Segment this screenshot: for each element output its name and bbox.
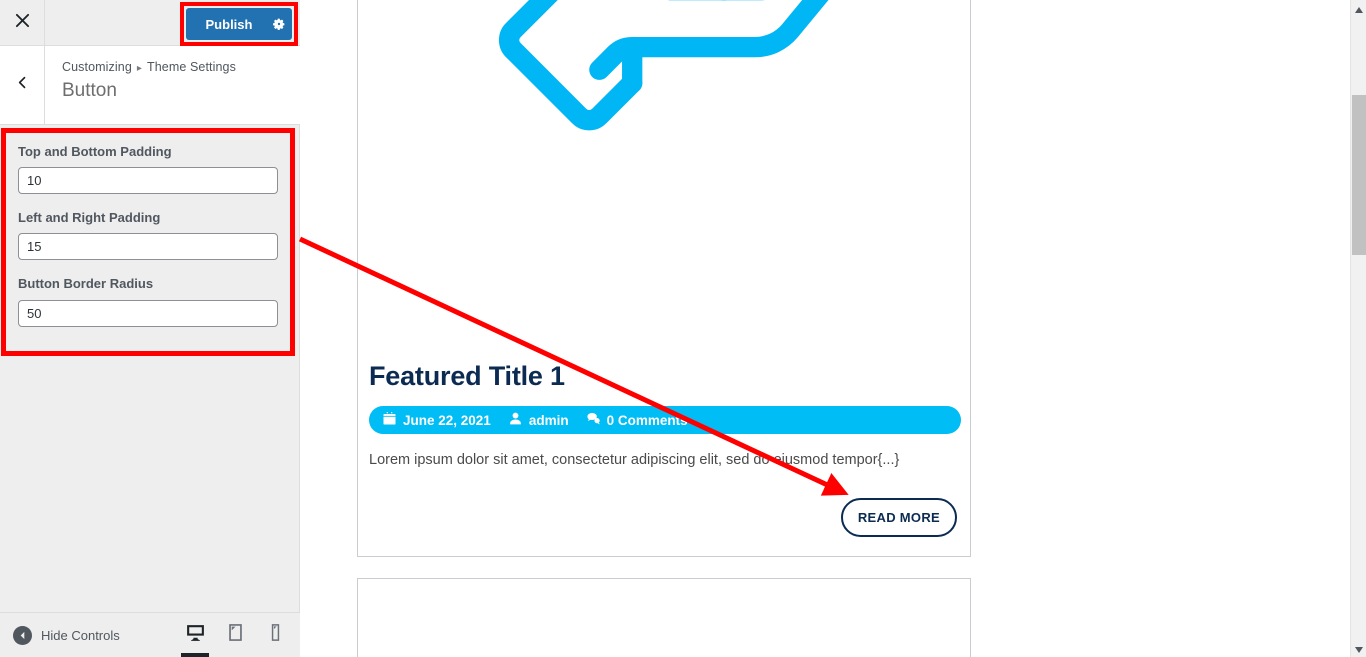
button-border-radius-input[interactable] xyxy=(18,299,278,327)
page-title: Button xyxy=(62,80,117,101)
gear-icon[interactable] xyxy=(266,17,292,31)
caret-up-icon xyxy=(1355,0,1363,18)
caret-down-icon xyxy=(1355,640,1363,657)
top-bottom-padding-input[interactable] xyxy=(18,167,278,195)
scrollbar-up-button[interactable] xyxy=(1351,0,1366,17)
left-right-padding-label: Left and Right Padding xyxy=(18,210,161,226)
screen: Publish Customizing ▸ Theme Settings But… xyxy=(0,0,1366,657)
post-title[interactable]: Featured Title 1 xyxy=(369,361,961,392)
top-bottom-padding-label: Top and Bottom Padding xyxy=(18,144,172,159)
calendar-icon xyxy=(383,412,396,428)
device-tablet-button[interactable] xyxy=(215,613,255,657)
publish-highlight-box: Publish xyxy=(180,2,298,46)
collapse-arrow-icon xyxy=(13,625,32,645)
post-comments: 0 Comments xyxy=(586,412,688,428)
back-button[interactable] xyxy=(0,46,45,124)
customizer-footer: Hide Controls xyxy=(0,612,300,657)
close-customizer-button[interactable] xyxy=(0,0,45,45)
scrollbar-down-button[interactable] xyxy=(1351,640,1366,657)
post-featured-image xyxy=(358,0,972,301)
device-preview-buttons xyxy=(175,612,295,657)
chevron-left-icon xyxy=(16,76,29,94)
site-preview-pane[interactable]: Featured Title 1 June 22, 2021 admin 0 C… xyxy=(301,0,1350,657)
breadcrumb-root[interactable]: Customizing xyxy=(62,60,132,74)
device-desktop-button[interactable] xyxy=(175,613,215,657)
customizer-topbar: Publish xyxy=(0,0,300,46)
customizer-sidebar: Publish Customizing ▸ Theme Settings But… xyxy=(0,0,300,657)
hide-controls-button[interactable]: Hide Controls xyxy=(13,625,120,645)
publish-button[interactable]: Publish xyxy=(186,8,292,40)
post-author-text: admin xyxy=(528,412,569,428)
customizer-header-text: Customizing ▸ Theme Settings Button xyxy=(62,60,236,104)
post-excerpt: Lorem ipsum dolor sit amet, consectetur … xyxy=(369,452,900,469)
breadcrumb: Customizing ▸ Theme Settings xyxy=(62,60,236,74)
read-more-button[interactable]: READ MORE xyxy=(840,497,957,537)
settings-highlight-box: Top and Bottom Padding Left and Right Pa… xyxy=(1,128,295,356)
post-date: June 22, 2021 xyxy=(383,412,491,428)
post-card: Featured Title 1 June 22, 2021 admin 0 C… xyxy=(357,0,971,557)
close-icon xyxy=(15,13,30,33)
customizer-section-header: Customizing ▸ Theme Settings Button xyxy=(0,46,300,125)
scrollbar-thumb[interactable] xyxy=(1352,95,1366,255)
breadcrumb-section[interactable]: Theme Settings xyxy=(147,60,236,74)
helping-hand-icon xyxy=(465,0,865,224)
post-card xyxy=(357,578,971,657)
comments-icon xyxy=(586,412,600,428)
page-scrollbar[interactable] xyxy=(1350,0,1366,657)
read-more-row: READ MORE xyxy=(369,497,961,537)
button-settings-fields: Top and Bottom Padding Left and Right Pa… xyxy=(6,133,290,327)
breadcrumb-separator-icon: ▸ xyxy=(136,63,142,74)
hide-controls-label: Hide Controls xyxy=(41,627,120,643)
post-comments-text: 0 Comments xyxy=(606,412,688,428)
publish-button-label: Publish xyxy=(205,16,253,32)
field-button-border-radius: Button Border Radius xyxy=(18,275,278,327)
post-date-text: June 22, 2021 xyxy=(403,412,491,428)
desktop-icon xyxy=(185,622,206,648)
button-border-radius-label: Button Border Radius xyxy=(18,276,154,292)
mobile-icon xyxy=(265,622,286,648)
post-card-body: Featured Title 1 June 22, 2021 admin 0 C… xyxy=(358,361,972,537)
user-icon xyxy=(509,412,522,428)
post-author: admin xyxy=(509,412,569,428)
post-meta-bar: June 22, 2021 admin 0 Comments xyxy=(369,406,961,435)
field-left-right-padding: Left and Right Padding xyxy=(18,209,278,261)
device-mobile-button[interactable] xyxy=(255,613,295,657)
field-top-bottom-padding: Top and Bottom Padding xyxy=(18,143,278,195)
left-right-padding-input[interactable] xyxy=(18,233,278,261)
tablet-icon xyxy=(225,622,246,648)
